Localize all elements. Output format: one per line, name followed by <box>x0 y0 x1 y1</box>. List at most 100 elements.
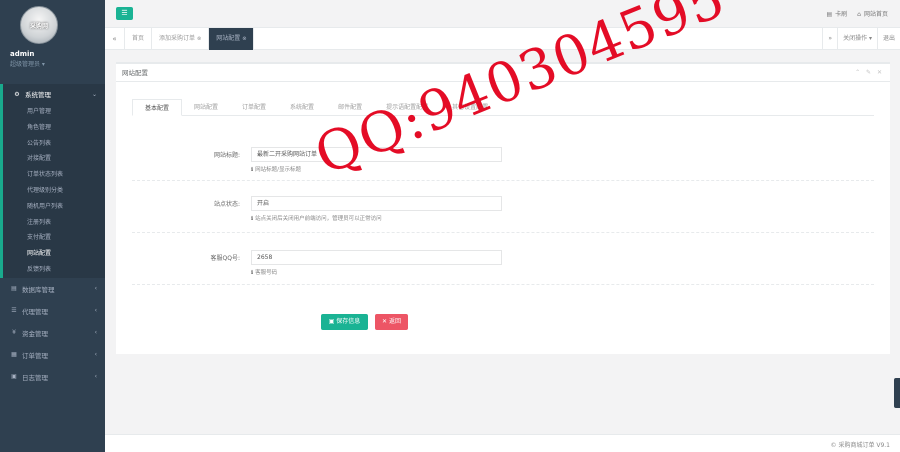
nav-sub-list: 用户管理 角色管理 公告列表 对接配置 订单状态列表 代理级别分类 随机用户列表 注册列表 支付… <box>3 104 105 278</box>
nav-group-label: 系统管理 <box>25 91 51 99</box>
sidebar-item-label: 订单管理 <box>22 351 48 360</box>
sidebar-item[interactable]: ☰ 代理管理 ‹ <box>0 300 105 322</box>
tab-scroll-left-button[interactable]: « <box>105 28 125 50</box>
form-tabs: 基本配置 网站配置 订单配置 系统配置 邮件配置 提示语配置配置 其它设置配置 <box>132 99 874 116</box>
nav-group-system-header[interactable]: ⚙ 系统管理 ⌄ <box>3 84 105 104</box>
log-icon: ▣ <box>11 373 17 381</box>
back-label: 返回 <box>388 318 401 325</box>
database-icon: ▤ <box>11 285 17 293</box>
page-tab[interactable]: 添加采购订单 ⊗ <box>152 28 210 50</box>
site-title-input[interactable]: 最新二开采购网站订单 <box>251 147 502 162</box>
site-title-help: ℹ 网站标题/显示标题 <box>251 165 301 173</box>
tab-tool-button[interactable]: 关闭操作 ▾ <box>837 28 877 50</box>
home-icon: ⌂ <box>857 11 861 18</box>
service-qq-label: 客服QQ号: <box>210 255 240 262</box>
nav-group-system: ⚙ 系统管理 ⌄ 用户管理 角色管理 公告列表 对接配置 订单状态列表 代理级别分类 随机用… <box>0 84 105 278</box>
site-title-label: 网站标题: <box>213 152 240 159</box>
form-tab[interactable]: 网站配置 <box>182 99 230 116</box>
avatar[interactable]: 采购网 <box>20 6 58 44</box>
page-tab[interactable]: 首页 <box>125 28 153 50</box>
panel-tools[interactable]: ⌃ ✎ ✕ <box>855 64 884 82</box>
chevron-down-icon: ⌄ <box>91 90 97 98</box>
tabs-bar: « 首页 添加采购订单 ⊗ 网站配置 ⊗ » 关闭操作 ▾ 退出 <box>105 28 900 50</box>
form-tab[interactable]: 系统配置 <box>278 99 326 116</box>
page-tab-label: 首页 <box>132 35 145 42</box>
sidebar-sub-item[interactable]: 网站配置 <box>3 246 105 262</box>
panel-header: 网站配置 ⌃ ✎ ✕ <box>116 64 890 82</box>
money-icon: ¥ <box>12 329 16 337</box>
tab-tool-button[interactable]: 退出 <box>876 28 900 50</box>
sidebar-sub-item[interactable]: 订单状态列表 <box>3 167 105 183</box>
gear-icon: ⚙ <box>14 90 20 98</box>
list-icon: ☰ <box>11 307 17 315</box>
site-status-label: 站点状态: <box>213 201 240 208</box>
user-profile: 采购网 admin 超级管理员 ▾ <box>0 0 105 84</box>
top-right-links: ▤ 卡刷 ⌂ 网站首页 <box>826 9 888 18</box>
nav-groups: ▤ 数据库管理 ‹ ☰ 代理管理 ‹ ¥ 资金管理 ‹ ▦ 订单管理 ‹ ▣ 日志管理 ‹ <box>0 278 105 388</box>
save-button[interactable]: ▣ 保存信息 <box>321 314 368 330</box>
site-status-select[interactable]: 开启 <box>251 196 502 211</box>
close-icon[interactable]: ⊗ <box>242 36 246 42</box>
chevron-left-icon: ‹ <box>94 285 97 293</box>
user-name: admin <box>10 50 35 58</box>
help-text: 网站标题/显示标题 <box>255 167 301 173</box>
back-button[interactable]: ✕ 返回 <box>375 314 408 330</box>
page-tab-label: 添加采购订单 <box>159 35 196 42</box>
sidebar-sub-item[interactable]: 支付配置 <box>3 230 105 246</box>
footer-copyright: © 采购商城订单 V9.1 <box>830 442 890 449</box>
side-scroll-handle[interactable] <box>894 378 900 408</box>
sidebar-item-label: 日志管理 <box>22 373 48 382</box>
user-role-dropdown[interactable]: 超级管理员 ▾ <box>10 59 95 68</box>
divider <box>132 232 874 233</box>
service-qq-input[interactable]: 2658 <box>251 250 502 265</box>
form-tab[interactable]: 基本配置 <box>132 99 183 116</box>
form-tab[interactable]: 其它设置配置 <box>440 99 500 116</box>
chevron-left-icon: ‹ <box>94 373 97 381</box>
top-link-label: 网站首页 <box>863 11 888 18</box>
card-icon: ▤ <box>826 11 833 18</box>
info-icon: ℹ <box>251 167 254 173</box>
save-label: 保存信息 <box>336 318 361 325</box>
close-icon[interactable]: ⊗ <box>197 36 201 42</box>
chevron-left-icon: ‹ <box>94 351 97 359</box>
config-panel: 网站配置 ⌃ ✎ ✕ 基本配置 网站配置 订单配置 系统配置 邮件配置 提示语配置配置 其它… <box>116 62 890 354</box>
sidebar-sub-item[interactable]: 反馈列表 <box>3 262 105 278</box>
site-status-help: ℹ 站点关闭后关闭用户前端访问，管理员可以正常访问 <box>251 214 382 222</box>
tab-tool-button[interactable]: » <box>822 28 837 50</box>
close-icon: ✕ <box>382 318 389 325</box>
chevron-left-icon: ‹ <box>94 307 97 315</box>
info-icon: ℹ <box>251 216 254 222</box>
order-icon: ▦ <box>11 351 17 359</box>
page-tab[interactable]: 网站配置 ⊗ <box>209 28 255 50</box>
sidebar-sub-item[interactable]: 注册列表 <box>3 215 105 231</box>
form-tab[interactable]: 邮件配置 <box>326 99 374 116</box>
sidebar-sub-item[interactable]: 公告列表 <box>3 136 105 152</box>
help-text: 客服号码 <box>255 270 278 276</box>
footer: © 采购商城订单 V9.1 <box>105 434 900 452</box>
sidebar-sub-item[interactable]: 随机用户列表 <box>3 199 105 215</box>
sidebar-sub-item[interactable]: 代理级别分类 <box>3 183 105 199</box>
help-text: 站点关闭后关闭用户前端访问，管理员可以正常访问 <box>255 216 382 222</box>
service-qq-help: ℹ 客服号码 <box>251 268 277 276</box>
menu-toggle-button[interactable]: ☰ <box>116 7 133 20</box>
divider <box>132 180 874 181</box>
divider <box>132 284 874 285</box>
sidebar-item[interactable]: ▤ 数据库管理 ‹ <box>0 278 105 300</box>
sidebar-item[interactable]: ¥ 资金管理 ‹ <box>0 322 105 344</box>
sidebar-item[interactable]: ▦ 订单管理 ‹ <box>0 344 105 366</box>
sidebar-sub-item[interactable]: 对接配置 <box>3 151 105 167</box>
top-link[interactable]: ⌂ 网站首页 <box>857 9 888 18</box>
sidebar-item[interactable]: ▣ 日志管理 ‹ <box>0 366 105 388</box>
content-area: 网站配置 ⌃ ✎ ✕ 基本配置 网站配置 订单配置 系统配置 邮件配置 提示语配置配置 其它… <box>105 50 900 434</box>
page-tab-label: 网站配置 <box>216 35 241 42</box>
tab-tools: » 关闭操作 ▾ 退出 <box>822 28 900 50</box>
sidebar-sub-item[interactable]: 角色管理 <box>3 120 105 136</box>
sidebar-item-label: 资金管理 <box>22 329 48 338</box>
form-tab[interactable]: 订单配置 <box>230 99 278 116</box>
top-link[interactable]: ▤ 卡刷 <box>826 9 847 18</box>
form-tab[interactable]: 提示语配置配置 <box>374 99 440 116</box>
chevron-left-icon: ‹ <box>94 329 97 337</box>
top-bar: ☰ ▤ 卡刷 ⌂ 网站首页 <box>105 0 900 28</box>
sidebar-sub-item[interactable]: 用户管理 <box>3 104 105 120</box>
sidebar-item-label: 代理管理 <box>22 307 48 316</box>
